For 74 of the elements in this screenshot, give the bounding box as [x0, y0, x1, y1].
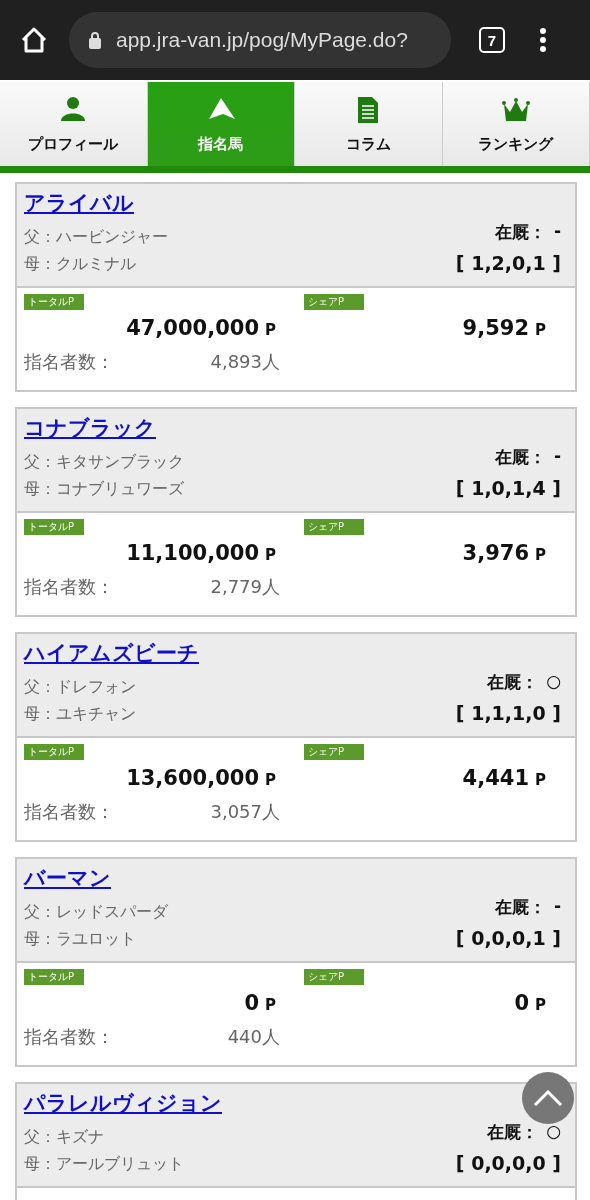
point-value: 11,100,000 [126, 541, 259, 565]
race-record: [ 0,0,0,1 ] [455, 927, 561, 949]
point-value: 0 [244, 991, 259, 1015]
point-tag: シェアP [304, 969, 364, 985]
nav-tab[interactable]: プロフィール [0, 82, 148, 166]
dam-text: 母：ラユロット [24, 929, 136, 949]
stable-label: 在厩： [494, 896, 546, 919]
point-tag: シェアP [304, 519, 364, 535]
point-unit: P [265, 771, 276, 789]
point-tag: シェアP [304, 744, 364, 760]
stable-status: - [553, 446, 561, 468]
point-value: 3,976 [462, 541, 529, 565]
point-unit: P [535, 546, 546, 564]
stable-label: 在厩： [494, 446, 546, 469]
dam-text: 母：クルミナル [24, 254, 136, 274]
nominator-count: 4,893人 [209, 350, 280, 374]
point-unit: P [265, 321, 276, 339]
stable-label: 在厩： [487, 671, 539, 694]
lock-icon [88, 31, 102, 49]
nominator-count: 2,779人 [209, 575, 280, 599]
sire-text: 父：キタサンブラック [24, 452, 184, 472]
sire-text: 父：キズナ [24, 1127, 104, 1147]
url-text: app.jra-van.jp/pog/MyPage.do? [116, 28, 408, 52]
point-unit: P [265, 546, 276, 564]
nominator-label: 指名者数： [24, 800, 115, 824]
race-record: [ 1,0,1,4 ] [455, 477, 561, 499]
dam-text: 母：アールブリュット [24, 1154, 184, 1174]
nominator-label: 指名者数： [24, 575, 115, 599]
point-tag: トータルP [24, 294, 84, 310]
race-record: [ 0,0,0,0 ] [455, 1152, 561, 1174]
nav-tab[interactable]: コラム [295, 82, 443, 166]
horse-name-link[interactable]: コナブラック [24, 414, 156, 442]
tab-count[interactable]: 7 [479, 27, 505, 53]
horse-name-link[interactable]: アライバル [24, 189, 134, 217]
nominator-label: 指名者数： [24, 1025, 115, 1049]
race-record: [ 1,2,0,1 ] [455, 252, 561, 274]
horse-name-link[interactable]: バーマン [24, 864, 111, 892]
address-bar[interactable]: app.jra-van.jp/pog/MyPage.do? [69, 12, 451, 68]
point-unit: P [535, 321, 546, 339]
scroll-top-button[interactable] [522, 1072, 574, 1124]
sire-text: 父：レッドスパーダ [24, 902, 168, 922]
point-value: 4,441 [462, 766, 529, 790]
nominator-count: 3,057人 [209, 800, 280, 824]
stable-status: - [553, 896, 561, 918]
dam-text: 母：ユキチャン [24, 704, 136, 724]
race-record: [ 1,1,1,0 ] [455, 702, 561, 724]
home-icon[interactable] [19, 25, 49, 55]
point-value: 13,600,000 [126, 766, 259, 790]
point-value: 0 [514, 991, 529, 1015]
point-unit: P [265, 996, 276, 1014]
stable-label: 在厩： [494, 221, 546, 244]
chevron-up-icon [533, 1090, 563, 1106]
stable-label: 在厩： [487, 1121, 539, 1144]
point-value: 9,592 [462, 316, 529, 340]
stable-status: ○ [546, 671, 561, 693]
point-tag: トータルP [24, 969, 84, 985]
stable-status: ○ [546, 1121, 561, 1143]
point-tag: シェアP [304, 294, 364, 310]
point-tag: トータルP [24, 744, 84, 760]
point-value: 47,000,000 [126, 316, 259, 340]
point-tag: トータルP [24, 519, 84, 535]
nominator-label: 指名者数： [24, 350, 115, 374]
nav-tab[interactable]: 指名馬 [147, 82, 295, 166]
nav-tab[interactable]: ランキング [442, 82, 590, 166]
menu-icon[interactable] [539, 27, 547, 53]
point-unit: P [535, 996, 546, 1014]
horse-name-link[interactable]: ハイアムズビーチ [24, 639, 199, 667]
dam-text: 母：コナブリュワーズ [24, 479, 184, 499]
nominator-count: 440人 [226, 1025, 280, 1049]
horse-name-link[interactable]: パラレルヴィジョン [24, 1089, 222, 1117]
point-unit: P [535, 771, 546, 789]
stable-status: - [553, 221, 561, 243]
sire-text: 父：ハービンジャー [24, 227, 168, 247]
sire-text: 父：ドレフォン [24, 677, 136, 697]
